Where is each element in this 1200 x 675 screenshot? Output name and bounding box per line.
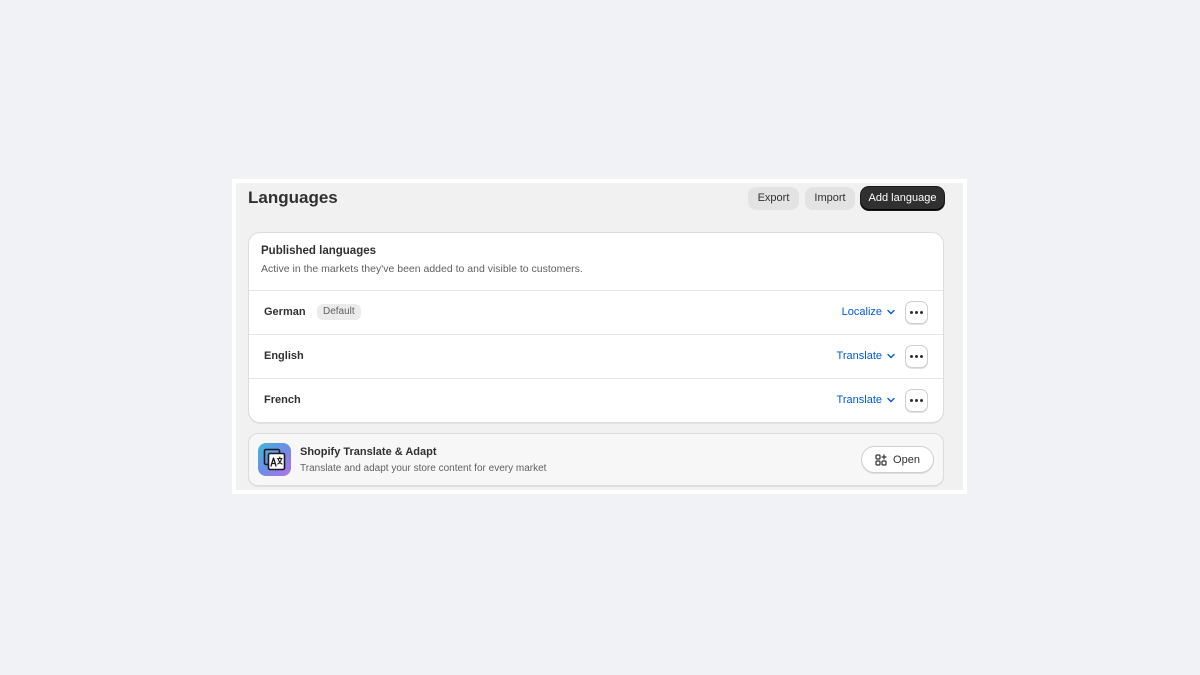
card-header: Published languages Active in the market… — [249, 233, 943, 291]
translate-app-card: Shopify Translate & Adapt Translate and … — [248, 433, 944, 486]
chevron-down-icon — [887, 353, 895, 359]
ellipsis-icon — [910, 355, 923, 358]
language-row-french: French Translate — [249, 379, 943, 422]
more-actions-button[interactable] — [905, 389, 928, 412]
default-badge: Default — [317, 304, 361, 320]
chevron-down-icon — [887, 309, 895, 315]
card-title: Published languages — [261, 245, 377, 257]
export-button[interactable]: Export — [748, 187, 799, 210]
localize-dropdown[interactable]: Localize — [842, 305, 896, 319]
action-label: Translate — [836, 394, 882, 406]
language-name: German — [264, 306, 306, 318]
translate-app-icon — [258, 443, 291, 476]
ellipsis-icon — [910, 311, 923, 314]
open-app-button[interactable]: Open — [861, 446, 934, 473]
action-label: Localize — [841, 306, 882, 318]
chevron-down-icon — [887, 397, 895, 403]
card-subtitle: Active in the markets they've been added… — [261, 263, 583, 275]
more-actions-button[interactable] — [905, 345, 928, 368]
app-title: Shopify Translate & Adapt — [300, 446, 437, 458]
language-row-english: English Translate — [249, 335, 943, 379]
published-languages-card: Published languages Active in the market… — [248, 232, 944, 423]
action-label: Translate — [836, 350, 882, 362]
open-label: Open — [893, 453, 920, 466]
more-actions-button[interactable] — [905, 301, 928, 324]
app-subtitle: Translate and adapt your store content f… — [300, 463, 547, 474]
translate-dropdown[interactable]: Translate — [837, 393, 896, 407]
language-name: French — [264, 394, 301, 406]
translate-glyph-icon — [263, 448, 286, 471]
language-row-german: German Default Localize — [249, 291, 943, 335]
apps-icon — [875, 453, 887, 466]
translate-dropdown[interactable]: Translate — [837, 349, 896, 363]
import-button[interactable]: Import — [805, 187, 855, 210]
add-language-button[interactable]: Add language — [861, 187, 944, 210]
language-name: English — [264, 350, 304, 362]
page-title: Languages — [248, 188, 338, 207]
ellipsis-icon — [910, 399, 923, 402]
